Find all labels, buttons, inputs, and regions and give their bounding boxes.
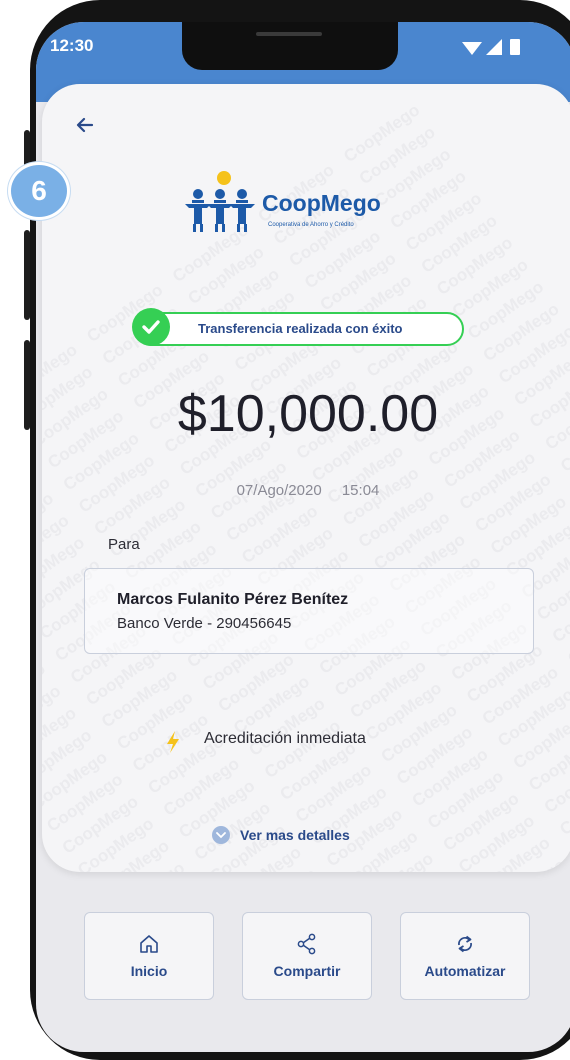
share-button[interactable]: Compartir (242, 912, 372, 1000)
accreditation-text: Acreditación inmediata (204, 730, 366, 747)
more-details-toggle[interactable]: Ver mas detalles (212, 826, 350, 844)
transfer-receipt-card: CoopMego CoopMego CoopMego CoopMego Coop… (42, 84, 570, 872)
share-icon (297, 933, 316, 955)
signal-icon (486, 39, 502, 55)
coopmego-logo: CoopMego Cooperativa de Ahorro y Crédito (182, 168, 402, 238)
status-icons (460, 36, 540, 63)
share-button-label: Compartir (273, 963, 341, 979)
more-details-label: Ver mas detalles (240, 827, 350, 843)
transfer-datetime: 07/Ago/2020 15:04 (42, 482, 570, 499)
home-button[interactable]: Inicio (84, 912, 214, 1000)
back-button[interactable] (70, 110, 100, 140)
phone-side-button (24, 230, 30, 320)
repeat-icon (458, 935, 472, 953)
logo-people-icon (185, 171, 255, 232)
arrow-left-icon (76, 117, 94, 133)
recipient-bank-account: Banco Verde - 290456645 (117, 615, 292, 632)
battery-icon (510, 39, 520, 55)
success-banner: Transferencia realizada con éxito (132, 308, 464, 346)
home-button-label: Inicio (130, 963, 168, 979)
chevron-down-icon (212, 826, 230, 844)
home-icon (140, 935, 158, 953)
transfer-amount: $10,000.00 (177, 385, 439, 443)
brand-name: CoopMego (262, 190, 381, 216)
phone-screen: 12:30 CoopMego CoopMego CoopMego CoopMeg… (36, 22, 570, 1052)
lightning-bolt-icon (167, 731, 179, 753)
wifi-icon (462, 42, 482, 55)
brand-tagline: Cooperativa de Ahorro y Crédito (268, 222, 354, 228)
recipient-card: Marcos Fulanito Pérez Benítez Banco Verd… (84, 568, 534, 654)
phone-side-button (24, 340, 30, 430)
automate-button[interactable]: Automatizar (400, 912, 530, 1000)
recipient-name: Marcos Fulanito Pérez Benítez (117, 591, 349, 608)
recipient-label: Para (108, 536, 140, 553)
automate-button-label: Automatizar (424, 963, 506, 979)
transfer-time: 15:04 (341, 482, 380, 499)
status-time: 12:30 (50, 36, 94, 55)
phone-notch (182, 22, 398, 70)
success-message: Transferencia realizada con éxito (198, 321, 403, 336)
transfer-date: 07/Ago/2020 (236, 482, 322, 499)
step-number-badge: 6 (8, 162, 70, 220)
check-circle-icon (132, 308, 170, 346)
speaker-grille (256, 32, 322, 36)
